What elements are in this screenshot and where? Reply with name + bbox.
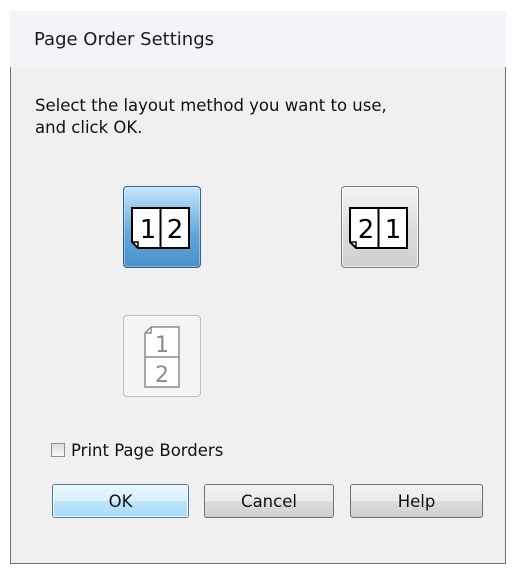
right-to-left-pages-icon: 2 1 xyxy=(349,207,408,249)
instruction-text: Select the layout method you want to use… xyxy=(35,95,475,139)
help-button[interactable]: Help xyxy=(350,484,483,518)
page-number-first: 1 xyxy=(155,333,169,358)
print-page-borders-checkbox[interactable] xyxy=(51,443,65,457)
layout-right-to-left-button[interactable]: 2 1 xyxy=(341,186,419,268)
top-to-bottom-pages-icon: 1 2 xyxy=(144,326,180,388)
instruction-line-1: Select the layout method you want to use… xyxy=(35,96,387,115)
left-to-right-pages-icon: 1 2 xyxy=(131,207,190,249)
page-number-second: 2 xyxy=(155,363,169,388)
page-number-second: 1 xyxy=(385,215,402,245)
print-page-borders-label[interactable]: Print Page Borders xyxy=(71,441,223,460)
page-order-settings-dialog: Page Order Settings Select the layout me… xyxy=(10,11,506,564)
dialog-title: Page Order Settings xyxy=(34,29,214,50)
cancel-button[interactable]: Cancel xyxy=(204,484,334,518)
print-page-borders-checkbox-row[interactable]: Print Page Borders xyxy=(51,440,223,460)
title-bar: Page Order Settings xyxy=(10,11,506,67)
instruction-line-2: and click OK. xyxy=(35,118,143,137)
layout-top-to-bottom-button[interactable]: 1 2 xyxy=(123,315,201,397)
layout-left-to-right-button[interactable]: 1 2 xyxy=(123,186,201,268)
page-number-first: 1 xyxy=(140,215,157,245)
page-number-second: 2 xyxy=(167,215,184,245)
page-number-first: 2 xyxy=(358,215,375,245)
dialog-body: Select the layout method you want to use… xyxy=(11,67,505,563)
ok-button[interactable]: OK xyxy=(52,484,189,518)
